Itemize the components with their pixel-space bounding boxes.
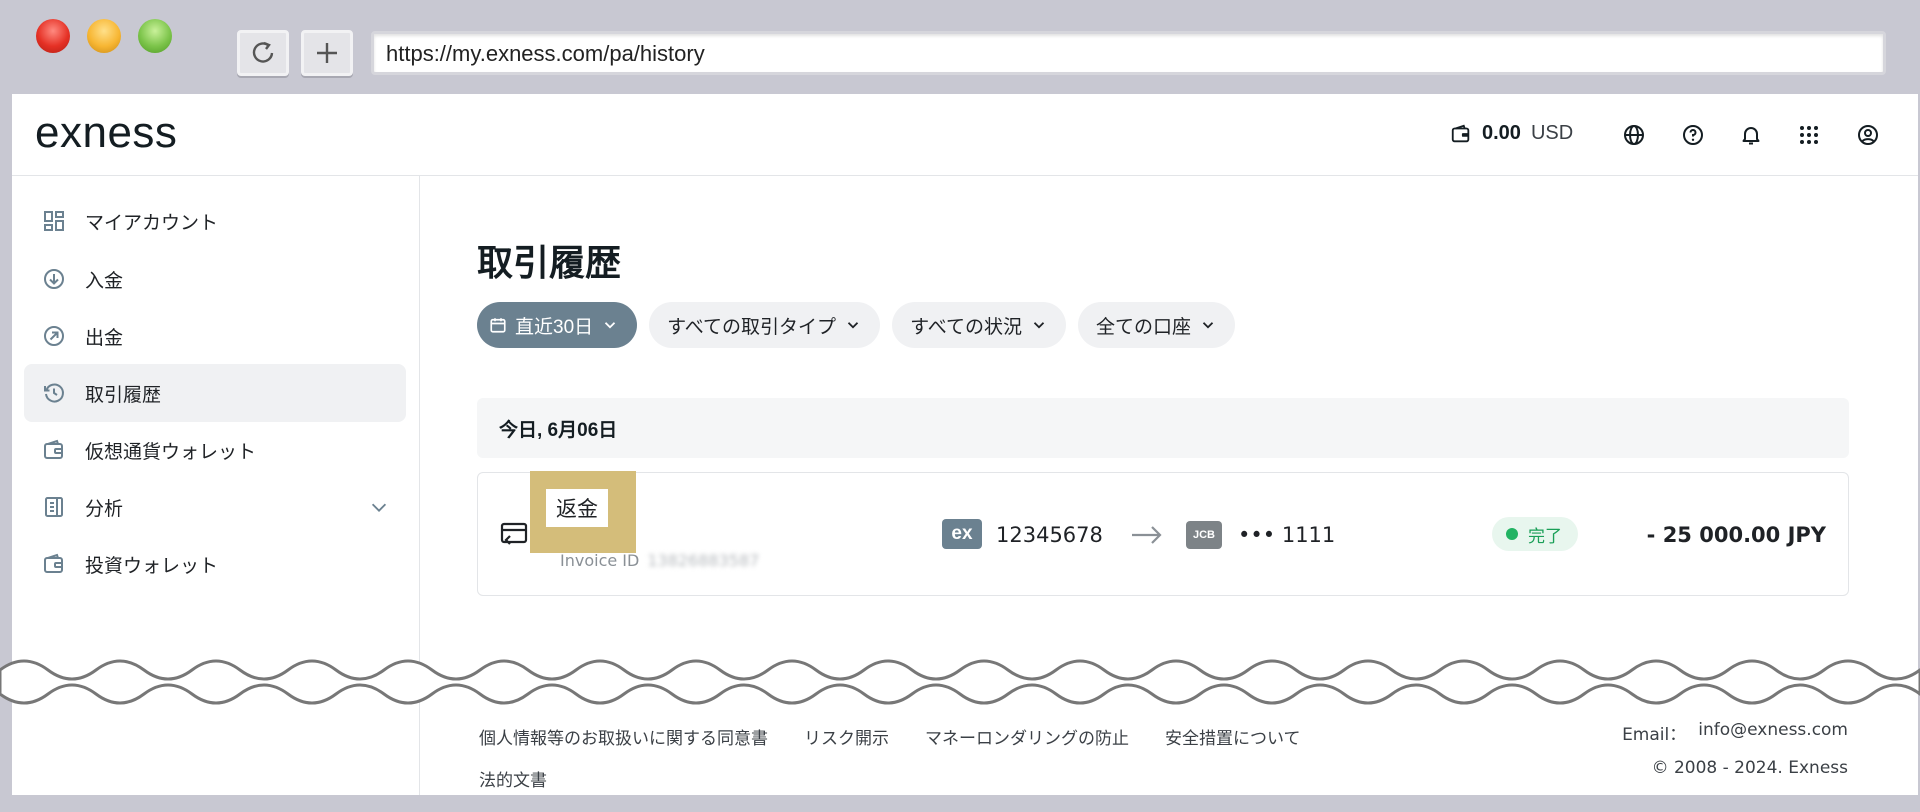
sidebar-item-label: 取引履歴: [85, 384, 162, 406]
profile-icon: [1858, 125, 1878, 145]
transaction-row[interactable]: 返金 Invoice ID 13826883587 ex 12345678 JC…: [477, 471, 1849, 596]
invoice-label: Invoice ID: [560, 551, 640, 570]
reload-icon: [252, 41, 274, 63]
balance-amount: 0.00: [1482, 122, 1521, 144]
filter-bar: 直近30日 すべての取引タイプ すべての状況 全ての口座: [477, 302, 1235, 348]
filter-date-range[interactable]: 直近30日: [477, 302, 638, 348]
address-bar[interactable]: https://my.exness.com/pa/history: [371, 31, 1886, 75]
footer-link-security[interactable]: 安全措置について: [1165, 724, 1301, 749]
wallet-icon: [1451, 124, 1470, 142]
status-badge: 完了: [1492, 517, 1578, 551]
sidebar-item-label: 出金: [85, 327, 124, 349]
reload-button[interactable]: [237, 30, 289, 76]
email-link[interactable]: info@exness.com: [1698, 720, 1848, 745]
plus-icon: [317, 43, 337, 63]
from-account: 12345678: [996, 523, 1103, 547]
wallet-icon: [41, 437, 67, 463]
footer-link-legal[interactable]: 法的文書: [479, 766, 547, 791]
chevron-down-icon: [847, 322, 859, 329]
dashboard-icon: [41, 208, 67, 234]
filter-label: 全ての口座: [1095, 316, 1191, 338]
copyright: © 2008 - 2024. Exness: [1651, 758, 1848, 778]
apps-icon: [1800, 126, 1818, 144]
window-maximize-button[interactable]: [138, 19, 172, 53]
help-icon: [1683, 125, 1703, 145]
window-close-button[interactable]: [36, 19, 70, 53]
browser-chrome: https://my.exness.com/pa/history: [0, 0, 1920, 92]
filter-label: すべての状況: [910, 316, 1022, 338]
transaction-type: 返金: [546, 489, 608, 527]
filter-transaction-type[interactable]: すべての取引タイプ: [649, 302, 881, 348]
withdraw-icon: [41, 323, 67, 349]
balance-currency: USD: [1530, 122, 1574, 144]
sidebar-item-label: マイアカウント: [85, 212, 219, 234]
sidebar-item-label: 仮想通貨ウォレット: [85, 441, 257, 463]
exness-account-icon: ex: [942, 519, 982, 549]
to-account: ••• 1111: [1238, 523, 1336, 547]
footer-links: 個人情報等のお取扱いに関する同意書 リスク開示 マネーロンダリングの防止 安全措…: [479, 724, 1301, 749]
email-label: Email：: [1622, 725, 1687, 745]
apps-button[interactable]: [1796, 122, 1822, 148]
invoice-number: 13826883587: [647, 551, 760, 570]
filter-status[interactable]: すべての状況: [892, 302, 1066, 348]
new-tab-button[interactable]: [301, 30, 353, 76]
language-button[interactable]: [1621, 122, 1647, 148]
top-bar: exness 0.00 USD: [12, 94, 1918, 176]
sidebar-item-analytics[interactable]: 分析: [24, 478, 406, 536]
page-cut-divider: [0, 659, 1920, 705]
transaction-amount: - 25 000.00 JPY: [1646, 523, 1826, 547]
profile-button[interactable]: [1855, 122, 1881, 148]
analytics-icon: [41, 494, 67, 520]
sidebar-item-my-account[interactable]: マイアカウント: [24, 192, 406, 250]
filter-label: すべての取引タイプ: [667, 316, 837, 338]
help-button[interactable]: [1680, 122, 1706, 148]
chevron-down-icon[interactable]: [368, 496, 390, 518]
page-title: 取引履歴: [477, 242, 622, 283]
refund-icon: [500, 522, 528, 545]
filter-label: 直近30日: [515, 316, 594, 338]
date-group-header: 今日, 6月06日: [477, 398, 1849, 458]
status-dot-icon: [1506, 528, 1518, 540]
sidebar-item-history[interactable]: 取引履歴: [24, 364, 406, 422]
sidebar-item-withdrawal[interactable]: 出金: [24, 307, 406, 365]
logo[interactable]: exness: [35, 108, 177, 158]
arrow-right-icon: [1132, 526, 1162, 544]
globe-icon: [1624, 125, 1644, 145]
notifications-button[interactable]: [1738, 122, 1764, 148]
chevron-down-icon: [1033, 322, 1045, 329]
sidebar-item-deposit[interactable]: 入金: [24, 250, 406, 308]
wallet-icon: [41, 551, 67, 577]
chevron-down-icon: [1202, 322, 1214, 329]
footer-link-aml[interactable]: マネーロンダリングの防止: [925, 724, 1129, 749]
calendar-icon: [490, 318, 506, 333]
bell-icon: [1742, 127, 1760, 145]
footer-link-consent[interactable]: 個人情報等のお取扱いに関する同意書: [479, 724, 768, 749]
chevron-down-icon: [605, 322, 616, 329]
jcb-card-icon: JCB: [1186, 521, 1222, 549]
sidebar-item-crypto-wallet[interactable]: 仮想通貨ウォレット: [24, 421, 406, 479]
deposit-icon: [41, 266, 67, 292]
footer-email: Email： info@exness.com: [1622, 720, 1848, 745]
balance-widget[interactable]: 0.00 USD: [1450, 122, 1573, 145]
invoice-id: Invoice ID 13826883587: [560, 551, 759, 570]
sidebar-item-label: 入金: [85, 270, 124, 292]
footer-link-risk[interactable]: リスク開示: [804, 724, 889, 749]
filter-accounts[interactable]: 全ての口座: [1077, 302, 1235, 348]
status-label: 完了: [1528, 526, 1562, 546]
sidebar-item-label: 投資ウォレット: [85, 555, 219, 577]
sidebar-item-label: 分析: [85, 498, 124, 520]
sidebar-item-invest-wallet[interactable]: 投資ウォレット: [24, 535, 406, 593]
history-icon: [41, 380, 67, 406]
browser-frame-bottom: [0, 795, 1920, 812]
window-minimize-button[interactable]: [87, 19, 121, 53]
